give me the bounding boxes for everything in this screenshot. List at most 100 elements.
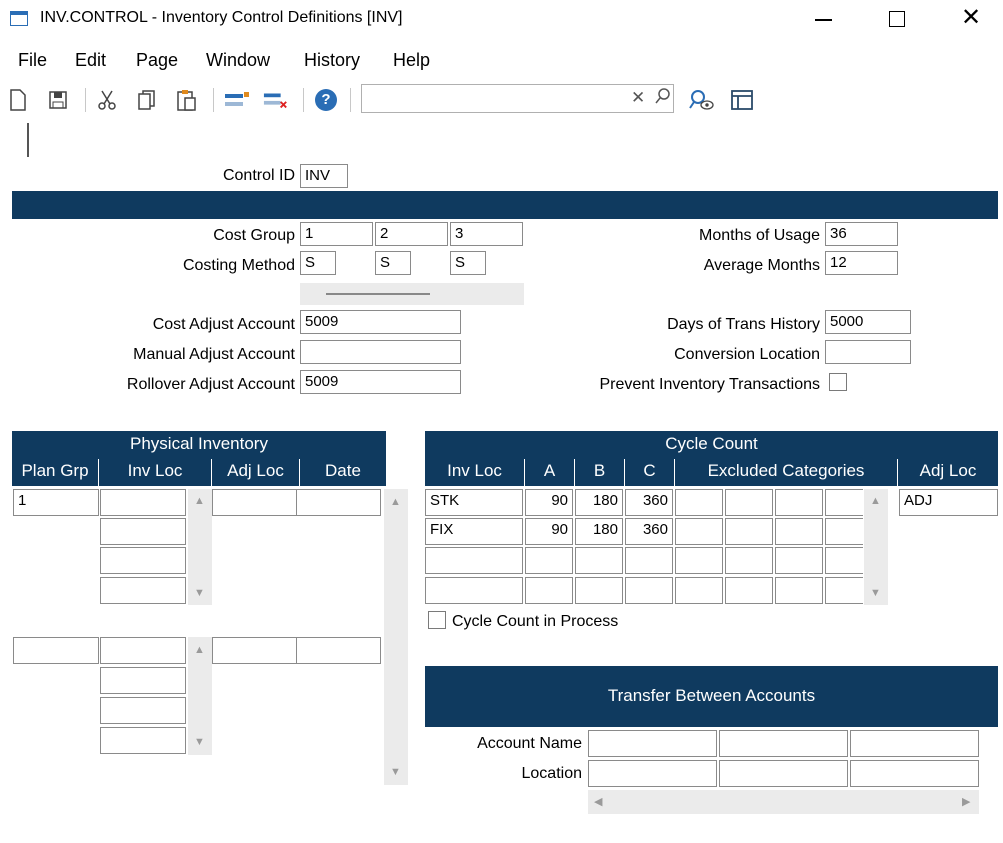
zoom-icon[interactable] [688, 87, 714, 113]
cc-a-field[interactable]: 90 [525, 518, 573, 545]
cc-b-field[interactable]: 180 [575, 489, 623, 516]
menu-window[interactable]: Window [206, 50, 270, 71]
cc-inv-loc-field[interactable]: FIX [425, 518, 523, 545]
inv-loc-field[interactable] [100, 727, 186, 754]
cost-adjust-field[interactable]: 5009 [300, 310, 461, 334]
excluded-category-field[interactable] [775, 577, 823, 604]
days-trans-history-field[interactable]: 5000 [825, 310, 911, 334]
excluded-category-field[interactable] [825, 518, 863, 545]
scroll-left-icon[interactable]: ◀ [594, 797, 602, 808]
excluded-category-field[interactable] [825, 547, 863, 574]
scroll-down-icon[interactable]: ▼ [870, 588, 881, 599]
account-name-field[interactable] [588, 730, 717, 757]
cc-a-field[interactable] [525, 577, 573, 604]
inv-loc-scrollbar[interactable]: ▲ ▼ [188, 637, 212, 755]
control-id-field[interactable]: INV [300, 164, 348, 188]
inv-loc-field[interactable] [100, 697, 186, 724]
inv-loc-scrollbar[interactable]: ▲ ▼ [188, 489, 212, 605]
inv-loc-field[interactable] [100, 667, 186, 694]
inv-loc-field[interactable] [100, 637, 186, 664]
horizontal-scrollbar[interactable] [300, 283, 524, 305]
cost-group-3-field[interactable]: 3 [450, 222, 523, 246]
excluded-category-field[interactable] [775, 518, 823, 545]
cc-c-field[interactable] [625, 547, 673, 574]
close-icon[interactable]: ✕ [961, 6, 981, 30]
cc-b-field[interactable] [575, 547, 623, 574]
rollover-adjust-field[interactable]: 5009 [300, 370, 461, 394]
menu-edit[interactable]: Edit [75, 50, 106, 71]
scroll-down-icon[interactable]: ▼ [390, 767, 401, 778]
excluded-category-field[interactable] [675, 489, 723, 516]
cc-c-field[interactable]: 360 [625, 518, 673, 545]
cc-b-field[interactable] [575, 577, 623, 604]
scroll-down-icon[interactable]: ▼ [194, 588, 205, 599]
excluded-category-field[interactable] [675, 518, 723, 545]
location-field[interactable] [719, 760, 848, 787]
inv-loc-field[interactable] [100, 518, 186, 545]
adj-loc-field[interactable] [212, 637, 298, 664]
search-input[interactable] [361, 84, 674, 113]
scroll-up-icon[interactable]: ▲ [870, 496, 881, 507]
inv-loc-field[interactable] [100, 489, 186, 516]
account-name-field[interactable] [850, 730, 979, 757]
cost-group-1-field[interactable]: 1 [300, 222, 373, 246]
menu-file[interactable]: File [18, 50, 47, 71]
months-usage-field[interactable]: 36 [825, 222, 898, 246]
physical-inventory-scrollbar[interactable]: ▲ ▼ [384, 489, 408, 785]
costing-method-3-field[interactable]: S [450, 251, 486, 275]
copy-icon[interactable] [134, 87, 160, 113]
manual-adjust-field[interactable] [300, 340, 461, 364]
account-name-field[interactable] [719, 730, 848, 757]
conversion-location-field[interactable] [825, 340, 911, 364]
average-months-field[interactable]: 12 [825, 251, 898, 275]
transfer-horizontal-scrollbar[interactable]: ◀ ▶ [588, 790, 979, 814]
excluded-category-field[interactable] [775, 547, 823, 574]
location-field[interactable] [588, 760, 717, 787]
excluded-category-field[interactable] [675, 547, 723, 574]
scroll-up-icon[interactable]: ▲ [194, 645, 205, 656]
adj-loc-field[interactable] [212, 489, 298, 516]
save-icon[interactable] [45, 87, 71, 113]
excluded-category-field[interactable] [725, 547, 773, 574]
excluded-category-field[interactable] [725, 489, 773, 516]
cc-c-field[interactable]: 360 [625, 489, 673, 516]
excluded-categories-scrollbar[interactable]: ▲ ▼ [864, 489, 888, 605]
paste-icon[interactable] [174, 87, 200, 113]
scrollbar-thumb[interactable] [326, 293, 430, 295]
cc-a-field[interactable]: 90 [525, 489, 573, 516]
excluded-category-field[interactable] [825, 577, 863, 604]
plan-grp-field-2[interactable] [13, 637, 99, 664]
search-icon[interactable] [654, 86, 672, 111]
scroll-down-icon[interactable]: ▼ [194, 737, 205, 748]
delete-row-icon[interactable] [263, 87, 289, 113]
costing-method-2-field[interactable]: S [375, 251, 411, 275]
clear-icon[interactable]: ✕ [631, 88, 645, 108]
cc-inv-loc-field[interactable]: STK [425, 489, 523, 516]
help-icon[interactable]: ? [313, 87, 339, 113]
insert-row-icon[interactable] [224, 87, 250, 113]
cycle-count-in-process-checkbox[interactable] [428, 611, 446, 629]
inv-loc-field[interactable] [100, 547, 186, 574]
layout-icon[interactable] [729, 87, 755, 113]
prevent-inv-trans-checkbox[interactable] [829, 373, 847, 391]
excluded-category-field[interactable] [725, 518, 773, 545]
cc-a-field[interactable] [525, 547, 573, 574]
scroll-up-icon[interactable]: ▲ [390, 497, 401, 508]
minimize-icon[interactable] [815, 19, 832, 21]
cut-icon[interactable] [94, 87, 120, 113]
excluded-category-field[interactable] [725, 577, 773, 604]
maximize-icon[interactable] [889, 11, 905, 27]
menu-help[interactable]: Help [393, 50, 430, 71]
new-icon[interactable] [5, 87, 31, 113]
menu-history[interactable]: History [304, 50, 360, 71]
inv-loc-field[interactable] [100, 577, 186, 604]
costing-method-1-field[interactable]: S [300, 251, 336, 275]
excluded-category-field[interactable] [825, 489, 863, 516]
plan-grp-field-1[interactable]: 1 [13, 489, 99, 516]
scroll-right-icon[interactable]: ▶ [962, 797, 970, 808]
cc-c-field[interactable] [625, 577, 673, 604]
cc-adj-loc-field[interactable]: ADJ [899, 489, 998, 516]
date-field[interactable] [296, 489, 381, 516]
excluded-category-field[interactable] [775, 489, 823, 516]
cc-inv-loc-field[interactable] [425, 547, 523, 574]
